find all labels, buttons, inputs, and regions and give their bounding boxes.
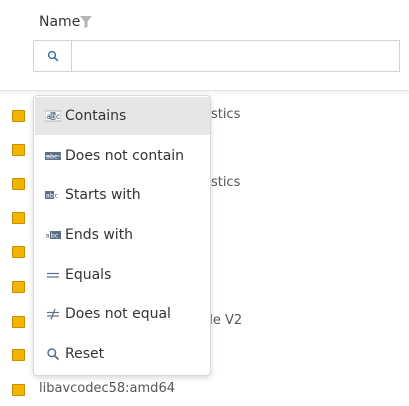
menu-item-label: Does not equal [65,306,171,322]
menu-item-label: Reset [65,346,105,362]
search-icon [45,347,61,361]
menu-item-label: Does not contain [65,148,185,164]
menu-item-label: Contains [65,108,127,124]
contains-icon: abc [45,109,61,123]
filter-type-button[interactable] [34,40,72,72]
menu-item-reset[interactable]: Reset [35,335,210,373]
not-contains-icon: abc [45,149,61,163]
package-icon [12,384,25,396]
starts-with-icon: ab c [45,188,61,202]
menu-item-does-not-equal[interactable]: Does not equal [35,295,210,333]
not-equal-icon [45,307,61,321]
menu-item-label: Starts with [65,187,141,203]
menu-item-contains[interactable]: abc Contains [35,97,210,135]
svg-text:a: a [46,232,50,240]
package-icon [12,178,25,190]
menu-item-label: Ends with [65,227,134,243]
svg-text:c: c [56,112,60,121]
menu-item-ends-with[interactable]: a bc Ends with [35,216,210,254]
filter-input-row [33,40,400,72]
equals-icon [45,268,61,282]
menu-item-label: Equals [65,267,112,283]
column-title[interactable]: Name [39,14,80,30]
svg-text:bc: bc [51,232,59,240]
package-icon [12,281,25,293]
menu-item-equals[interactable]: Equals [35,256,210,294]
filter-type-menu: abc Contains abc Does not contain ab c St… [33,95,211,376]
column-header: Name [0,0,409,91]
package-icon [12,316,25,328]
package-icon [12,246,25,258]
package-icon [12,144,25,156]
menu-item-does-not-contain[interactable]: abc Does not contain [35,137,210,175]
svg-text:ab: ab [46,192,54,200]
svg-text:c: c [55,192,59,200]
list-item[interactable]: libavcodec58:amd64 [0,372,409,406]
ends-with-icon: a bc [45,228,61,242]
search-icon [47,47,59,66]
package-icon [12,110,25,122]
package-icon [12,349,25,361]
filter-icon[interactable] [79,14,93,28]
svg-text:abc: abc [46,153,58,161]
menu-item-starts-with[interactable]: ab c Starts with [35,176,210,214]
package-icon [12,212,25,224]
list-item-label: libavcodec58:amd64 [39,381,175,396]
